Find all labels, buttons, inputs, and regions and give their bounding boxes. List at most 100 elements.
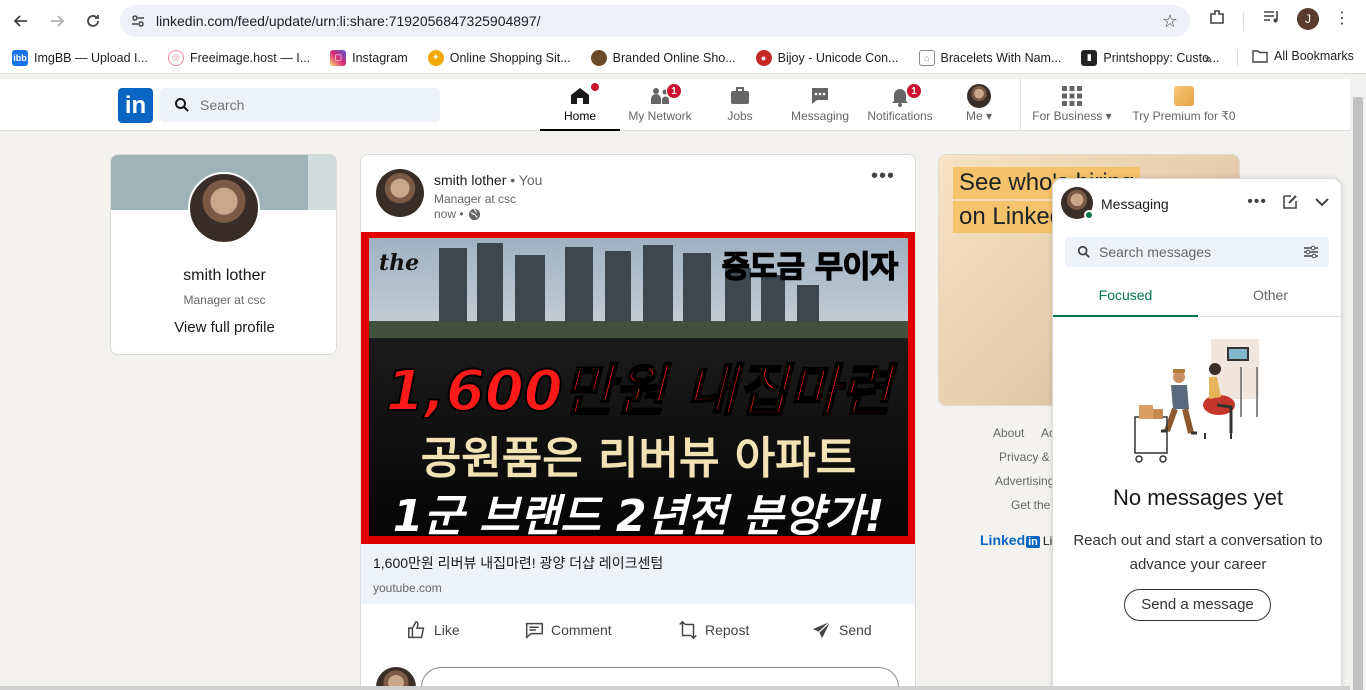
folder-icon	[1252, 50, 1268, 63]
comment-icon	[525, 622, 543, 639]
messaging-header[interactable]: Messaging •••	[1053, 179, 1341, 227]
footer-privacy[interactable]: Privacy &	[999, 450, 1050, 464]
chevron-down-icon: ▾	[985, 109, 993, 123]
footer-linkedin-logo: Linked in Lin	[980, 532, 1059, 548]
nav-home-label: Home	[563, 109, 596, 123]
bookmark-item[interactable]: ✦ Online Shopping Sit...	[427, 49, 571, 66]
bookmark-label: Bracelets With Nam...	[940, 50, 1062, 65]
more-options-icon[interactable]: •••	[1247, 193, 1267, 211]
messaging-panel: Messaging ••• Search messages Focused Ot…	[1052, 178, 1342, 690]
bookmark-item[interactable]: ⌂ Bracelets With Nam...	[918, 49, 1062, 66]
reload-icon[interactable]	[78, 6, 108, 36]
send-a-message-button[interactable]: Send a message	[1124, 589, 1271, 621]
global-search[interactable]	[160, 88, 440, 122]
nav-me[interactable]: Me ▾	[940, 83, 1018, 131]
back-icon[interactable]	[6, 6, 36, 36]
tab-other[interactable]: Other	[1198, 275, 1341, 317]
all-bookmarks-label: All Bookmarks	[1274, 49, 1354, 63]
briefcase-icon	[731, 87, 749, 104]
compose-icon[interactable]	[1281, 193, 1299, 211]
post-timestamp: now •	[434, 207, 481, 221]
forward-icon[interactable]	[42, 6, 72, 36]
home-icon	[571, 88, 589, 104]
nav-home[interactable]: Home	[540, 82, 620, 131]
nav-jobs-label: Jobs	[727, 109, 753, 123]
all-bookmarks-button[interactable]: All Bookmarks	[1252, 49, 1354, 63]
extensions-icon[interactable]	[1208, 8, 1226, 26]
more-bookmarks-icon[interactable]: »	[1204, 50, 1212, 66]
nav-me-label: Me	[965, 109, 983, 123]
bookmark-item[interactable]: ▮ Printshoppy: Custo...	[1081, 49, 1220, 66]
page-scrollbar[interactable]	[1350, 79, 1366, 690]
home-dot-badge	[590, 82, 600, 92]
online-status-icon	[1084, 210, 1094, 220]
bookmark-item[interactable]: ● Bijoy - Unicode Con...	[755, 49, 899, 66]
filter-icon[interactable]	[1303, 244, 1319, 260]
profile-avatar-button[interactable]: J	[1297, 8, 1319, 30]
link-preview[interactable]: 1,600만원 리버뷰 내집마련! 광양 더샵 레이크센텀 youtube.co…	[361, 544, 915, 604]
bookmark-label: Printshoppy: Custo...	[1103, 50, 1220, 65]
browser-menu-icon[interactable]: ⋮	[1334, 8, 1350, 28]
nav-messaging-label: Messaging	[790, 109, 850, 123]
bookmark-label: Bijoy - Unicode Con...	[777, 50, 899, 65]
empty-inbox-illustration	[1134, 339, 1259, 463]
nav-my-network[interactable]: 1 My Network	[620, 83, 700, 131]
post-link-thumbnail[interactable]: the 중도금 무이자 1,600만원 내집마련 공원품은 리버뷰 아파트 1군…	[361, 232, 915, 544]
nav-notifications[interactable]: 1 Notifications	[860, 83, 940, 131]
repost-button[interactable]: Repost	[677, 619, 749, 641]
message-search[interactable]: Search messages	[1065, 237, 1329, 267]
linkedin-logo-icon[interactable]: in	[118, 88, 153, 123]
footer-advertising[interactable]: Advertising	[995, 474, 1054, 488]
profile-photo[interactable]	[188, 172, 260, 244]
premium-icon	[1174, 86, 1194, 106]
globe-icon	[468, 208, 480, 220]
bookmark-item[interactable]: ◎ Freeimage.host — I...	[167, 49, 310, 66]
bookmark-label: Branded Online Sho...	[612, 50, 736, 65]
nav-try-premium[interactable]: Try Premium for ₹0	[1128, 83, 1240, 131]
post-author-avatar[interactable]	[376, 169, 424, 217]
footer-about[interactable]: About	[993, 426, 1024, 440]
freeimage-favicon-icon: ◎	[167, 49, 184, 66]
nav-try-premium-label: Try Premium for ₹0	[1132, 109, 1236, 123]
chevron-down-icon: ▾	[1105, 109, 1112, 123]
search-icon	[1077, 245, 1090, 258]
site-settings-icon[interactable]	[130, 13, 146, 29]
nav-messaging[interactable]: Messaging	[780, 83, 860, 131]
profile-card: smith lother Manager at csc View full pr…	[110, 154, 337, 355]
message-icon	[812, 88, 828, 104]
message-search-placeholder: Search messages	[1099, 244, 1212, 260]
scrollbar-thumb[interactable]	[1353, 97, 1363, 690]
media-control-icon[interactable]	[1262, 8, 1282, 26]
nav-for-business[interactable]: For Business ▾	[1030, 83, 1114, 131]
instagram-favicon-icon: ◻	[330, 49, 347, 66]
nav-jobs[interactable]: Jobs	[700, 83, 780, 131]
view-full-profile-link[interactable]: View full profile	[111, 319, 336, 336]
send-button[interactable]: Send	[811, 619, 872, 641]
address-bar[interactable]: linkedin.com/feed/update/urn:li:share:71…	[120, 5, 1190, 37]
nav-me-label-wrap: Me ▾	[966, 109, 992, 123]
comment-button[interactable]: Comment	[523, 619, 612, 641]
bookmark-item[interactable]: Branded Online Sho...	[590, 49, 736, 66]
bookmark-item[interactable]: ◻ Instagram	[330, 49, 408, 66]
grid-apps-icon	[1062, 86, 1082, 106]
like-button[interactable]: Like	[406, 619, 460, 641]
branded-favicon-icon	[590, 49, 607, 66]
thumbnail-image: the 중도금 무이자 1,600만원 내집마련 공원품은 리버뷰 아파트 1군…	[369, 238, 908, 536]
tab-focused[interactable]: Focused	[1053, 275, 1198, 317]
bookmarks-bar: ibb ImgBB — Upload I... ◎ Freeimage.host —…	[0, 42, 1366, 74]
thumbnail-bottomline: 1군 브랜드 2년전 분양가!	[392, 491, 885, 536]
profile-name[interactable]: smith lother	[111, 267, 336, 285]
link-source: youtube.com	[373, 581, 442, 595]
bookmark-item[interactable]: ibb ImgBB — Upload I...	[12, 49, 148, 66]
post-author[interactable]: smith lother • You	[434, 172, 542, 188]
footer-get-the-app[interactable]: Get the	[1011, 498, 1050, 512]
chevron-down-icon[interactable]	[1313, 193, 1331, 211]
bookmark-star-icon[interactable]: ☆	[1162, 11, 1178, 32]
messaging-header-actions: •••	[1247, 193, 1331, 211]
search-input[interactable]	[200, 97, 420, 113]
bijoy-favicon-icon: ●	[755, 49, 772, 66]
empty-state-subtitle: Reach out and start a conversation to ad…	[1073, 532, 1323, 573]
post-more-options-icon[interactable]: •••	[871, 165, 895, 188]
network-badge: 1	[666, 83, 682, 99]
bookmark-label: ImgBB — Upload I...	[34, 50, 148, 65]
